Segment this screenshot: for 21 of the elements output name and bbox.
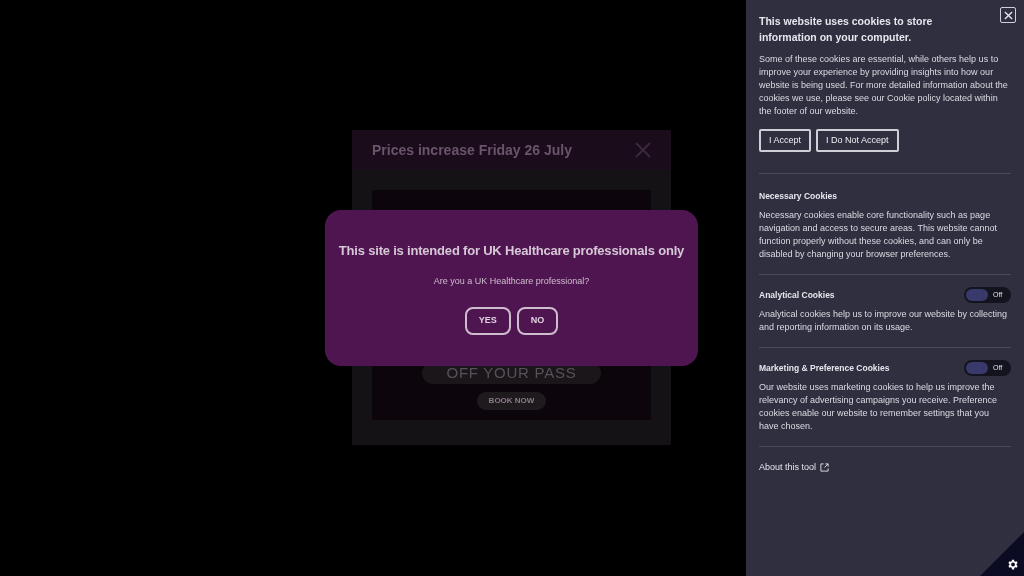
popup-title: Prices increase Friday 26 July [372, 140, 572, 160]
section-description: Our website uses marketing cookies to help us improve the relevancy of advertising campaigns you receive. Preference cookies enable our website to remember settings that you have chosen. [759, 381, 999, 433]
modal-question: Are you a UK Healthcare professional? [433, 274, 590, 288]
book-now-button[interactable]: BOOK NOW [476, 392, 547, 410]
external-link-icon [820, 463, 830, 473]
section-title: Necessary Cookies [759, 189, 837, 203]
decline-button[interactable]: I Do Not Accept [816, 129, 899, 152]
section-description: Necessary cookies enable core functionality such as page navigation and access to secure areas. This website cannot function properly without these cookies, and can only be disabled by changing your browser preferences. [759, 209, 998, 261]
panel-intro: Some of these cookies are essential, while others help us to improve your experience by providing insights into how our website is being used. For more detailed information about the cookies we use, please see our Cookie policy located within the footer of our website. [759, 53, 1009, 118]
section-title: Analytical Cookies [759, 288, 835, 302]
close-button[interactable] [1000, 7, 1016, 23]
answer-button[interactable]: YES [464, 307, 511, 335]
answer-button[interactable]: NO [516, 307, 559, 335]
accept-button[interactable]: I Accept [759, 129, 812, 152]
close-icon [1003, 10, 1013, 20]
panel-title: This website uses cookies to store information on your computer. [759, 14, 934, 45]
settings-icon[interactable] [1006, 558, 1019, 571]
about-link[interactable]: About this tool [759, 461, 817, 475]
section-description: Analytical cookies help us to improve our website by collecting and reporting information on its usage. [759, 308, 1009, 334]
section-title: Marketing & Preference Cookies [759, 361, 890, 375]
modal-title: This site is intended for UK Healthcare professionals only [338, 242, 685, 260]
